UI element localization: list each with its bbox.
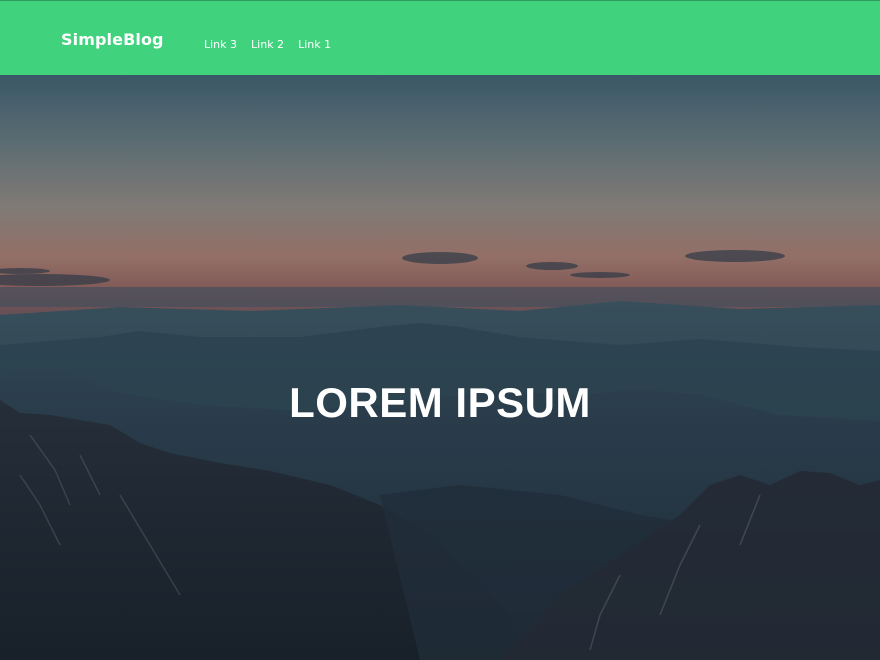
nav-item: Link 2 [251, 33, 284, 53]
nav-link-2[interactable]: Link 2 [251, 38, 284, 51]
dark-overlay [0, 75, 880, 660]
nav-item: Link 1 [298, 33, 331, 53]
nav-link-1[interactable]: Link 1 [298, 38, 331, 51]
nav-menu: Link 3 Link 2 Link 1 [204, 33, 331, 53]
nav-item: Link 3 [204, 33, 237, 53]
hero-section: LOREM IPSUM [0, 75, 880, 660]
hero-background-image [0, 75, 880, 660]
hero-title: LOREM IPSUM [289, 379, 591, 427]
navbar: SimpleBlog Link 3 Link 2 Link 1 [0, 0, 880, 75]
nav-link-3[interactable]: Link 3 [204, 38, 237, 51]
brand-logo-link[interactable]: SimpleBlog [61, 30, 164, 50]
page: SimpleBlog Link 3 Link 2 Link 1 LOREM IP… [0, 0, 880, 660]
